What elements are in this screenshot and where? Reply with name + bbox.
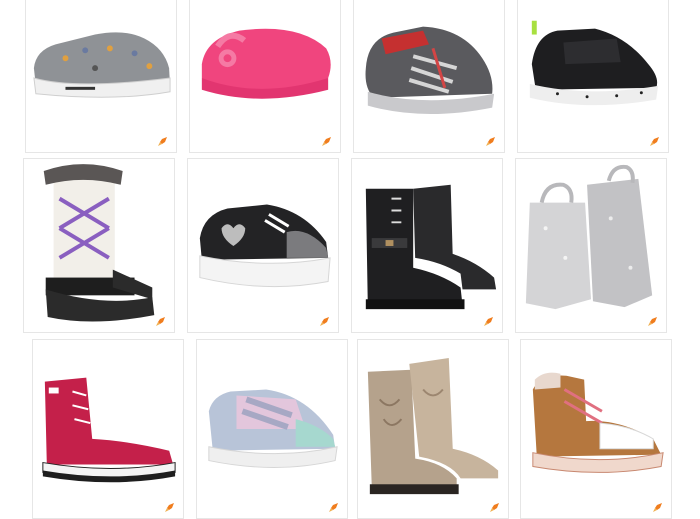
product-card-pink-clog[interactable] (189, 0, 341, 153)
rocket-icon (158, 137, 167, 146)
black-heart-sneaker-image (199, 204, 331, 288)
product-card-combat-boot[interactable] (351, 158, 503, 333)
silver-glitter-rain-boots-image (525, 164, 653, 310)
black-combat-boot-image (365, 184, 497, 310)
product-card-glitter-rain-boots[interactable] (515, 158, 667, 333)
product-card-red-winter-boot[interactable] (32, 339, 184, 519)
rocket-icon (650, 137, 659, 146)
product-card-black-mesh-sneaker[interactable] (517, 0, 669, 153)
product-card-tan-high-top[interactable] (520, 339, 672, 519)
pastel-velcro-sneaker-image (208, 389, 338, 468)
rocket-icon (648, 317, 657, 326)
rocket-icon (156, 317, 165, 326)
product-card-pastel-sneaker[interactable] (196, 339, 348, 519)
product-card-heart-sneaker[interactable] (187, 158, 339, 333)
rocket-icon (322, 137, 331, 146)
gray-slip-on-sneaker-image (33, 32, 171, 98)
rocket-icon (484, 317, 493, 326)
product-card-cowboy-boots[interactable] (357, 339, 509, 519)
red-winter-boot-image (42, 377, 176, 483)
tan-pink-high-top-image (532, 372, 664, 473)
white-purple-snow-boot-image (43, 164, 155, 322)
pink-clog-image (201, 28, 331, 99)
rocket-icon (486, 137, 495, 146)
product-card-gray-red-sneaker[interactable] (353, 0, 505, 153)
black-mesh-sneaker-image (529, 20, 659, 106)
tan-cowboy-boots-image (367, 357, 499, 495)
product-card-gray-slip-on[interactable] (25, 0, 177, 153)
gray-red-sneaker-image (365, 26, 495, 115)
rocket-icon (320, 317, 329, 326)
product-card-snow-boot[interactable] (23, 158, 175, 333)
